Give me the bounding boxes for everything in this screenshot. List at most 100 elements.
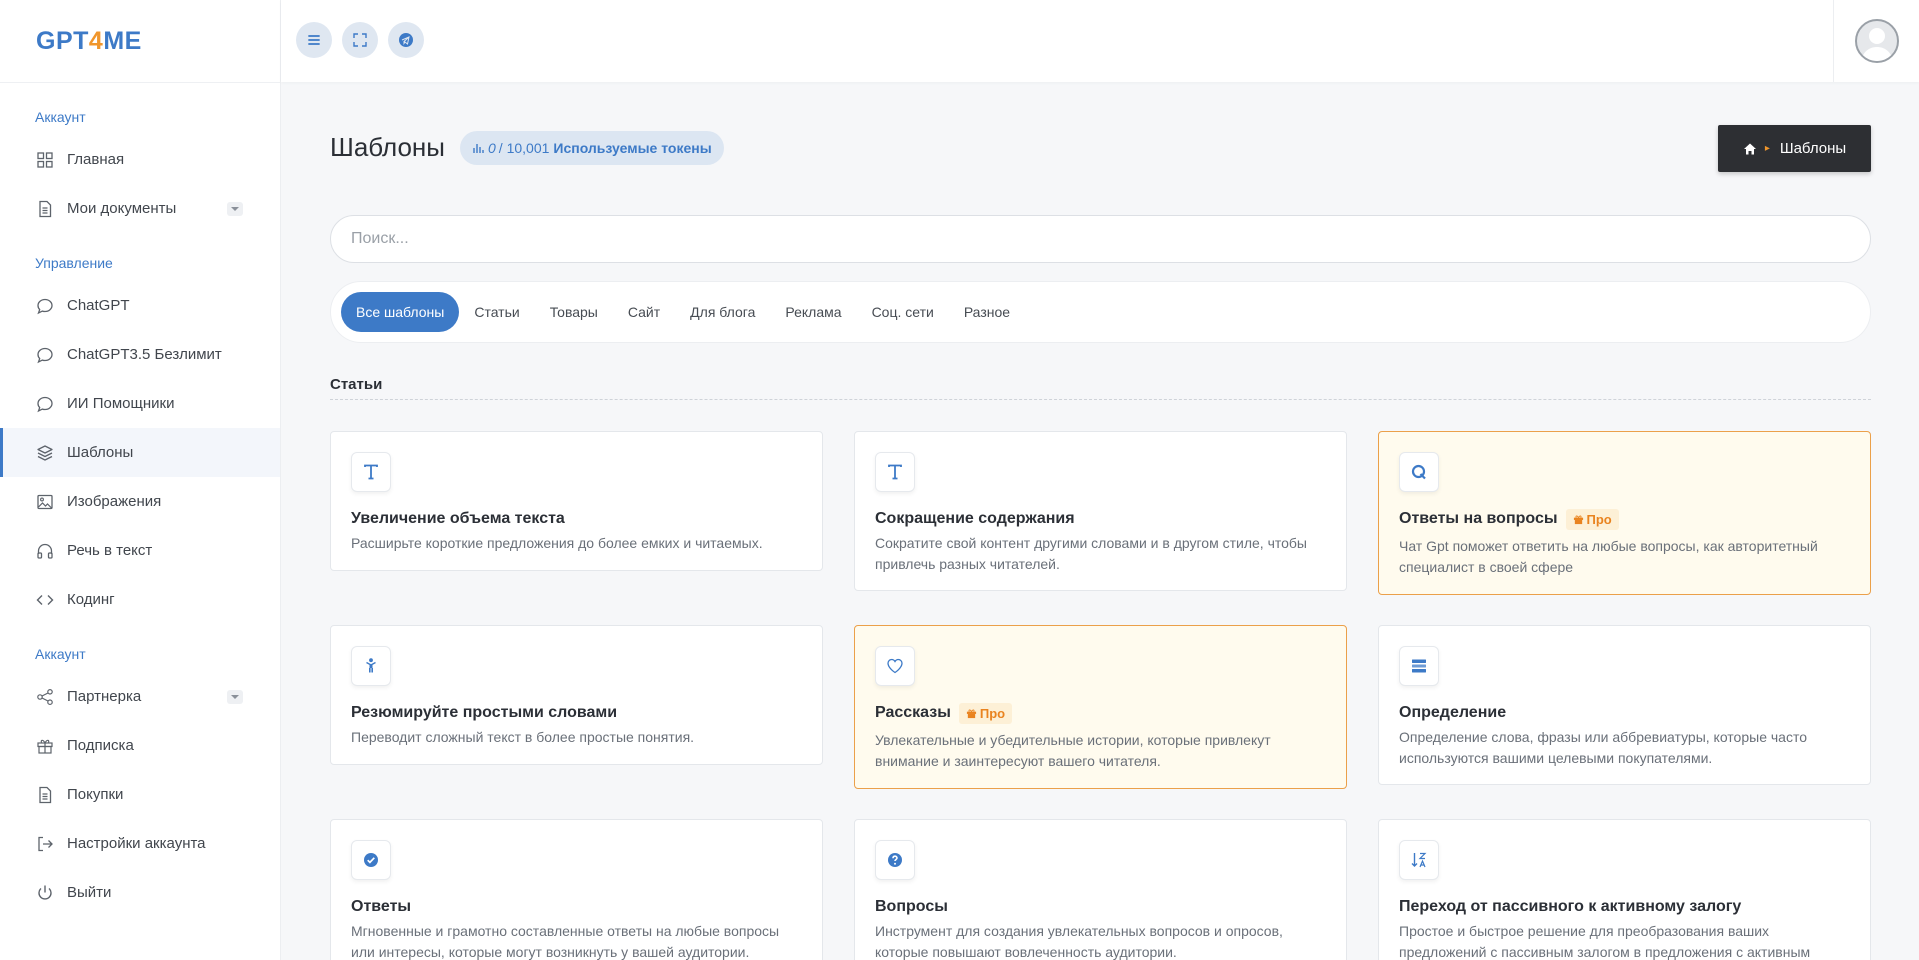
sidebar-item-5-g3[interactable]: Выйти	[0, 868, 280, 917]
card-title-text: Ответы	[351, 898, 412, 915]
card-title: Резюмируйте простыми словами	[351, 701, 802, 725]
power-icon	[35, 883, 55, 903]
card-title: Вопросы	[875, 895, 1326, 919]
gift-icon	[35, 736, 55, 756]
page-header: Шаблоны 0 / 10,001 Используемые токены ▸…	[330, 82, 1871, 190]
chevron-down-icon[interactable]	[227, 202, 243, 216]
template-card[interactable]: Вопросы Инструмент для создания увлекател…	[854, 819, 1347, 960]
sidebar-item-4-g2[interactable]: Шаблоны	[0, 428, 280, 477]
sidebar-item-2-g1[interactable]: Мои документы	[0, 184, 280, 233]
card-description: Простое и быстрое решение для преобразов…	[1399, 923, 1811, 960]
telegram-button[interactable]	[388, 22, 424, 58]
card-title-text: Вопросы	[875, 898, 948, 915]
gift-icon	[966, 708, 976, 718]
sidebar-item-label: ChatGPT3.5 Безлимит	[67, 346, 222, 363]
template-card[interactable]: Рассказы Про Увлекательные и убедительные …	[854, 625, 1347, 789]
tokens-label: Используемые токены	[553, 140, 712, 156]
chat-icon	[35, 345, 55, 365]
document-icon	[35, 199, 55, 219]
nav-group: Аккаунт Партнерка Подписка Покупки Настройки…	[0, 624, 280, 917]
sidebar-item-label: Кодинг	[67, 591, 115, 608]
tab-8[interactable]: Разное	[949, 292, 1025, 332]
template-card[interactable]: Ответы на вопросы Про Чат Gpt поможет отве…	[1378, 431, 1871, 595]
logo[interactable]: GPT4ME	[36, 27, 142, 56]
breadcrumb-current: Шаблоны	[1779, 140, 1847, 157]
category-tabs: Все шаблоны Статьи Товары Сайт Для блога Рекл…	[330, 281, 1871, 343]
document-icon	[35, 785, 55, 805]
tab-5[interactable]: Для блога	[675, 292, 770, 332]
template-card[interactable]: Определение Определение слова, фразы или …	[1378, 625, 1871, 785]
template-card[interactable]: Резюмируйте простыми словами Переводит сл…	[330, 625, 823, 765]
fullscreen-button[interactable]	[342, 22, 378, 58]
sidebar-item-7-g2[interactable]: Кодинг	[0, 575, 280, 624]
sidebar-item-1-g3[interactable]: Партнерка	[0, 672, 280, 721]
nav-group: Аккаунт Главная Мои документы	[0, 83, 280, 233]
fullscreen-icon	[353, 33, 367, 47]
text-icon	[875, 452, 915, 492]
sidebar-item-label: Подписка	[67, 737, 134, 754]
child-icon	[351, 646, 391, 686]
search-input[interactable]	[330, 215, 1871, 263]
chat-icon	[35, 394, 55, 414]
card-title-text: Сокращение содержания	[875, 510, 1075, 527]
breadcrumb-separator-icon: ▸	[1764, 143, 1770, 154]
chevron-down-icon[interactable]	[227, 690, 243, 704]
logo-part3: ME	[103, 26, 142, 55]
tab-7[interactable]: Соц. сети	[857, 292, 949, 332]
logo-area: GPT4ME	[0, 0, 280, 82]
tokens-used: 0	[488, 140, 496, 156]
sidebar-item-label: Покупки	[67, 786, 124, 803]
sidebar-item-1-g2[interactable]: ChatGPT	[0, 281, 280, 330]
tab-4[interactable]: Сайт	[613, 292, 675, 332]
card-description: Мгновенные и грамотно составленные ответ…	[351, 923, 780, 960]
menu-toggle-button[interactable]	[296, 22, 332, 58]
sidebar-item-label: ChatGPT	[67, 297, 130, 314]
telegram-icon	[399, 33, 413, 47]
sidebar-item-1-g1[interactable]: Главная	[0, 135, 280, 184]
sidebar-item-2-g2[interactable]: ChatGPT3.5 Безлимит	[0, 330, 280, 379]
pro-badge: Про	[1565, 508, 1619, 530]
card-title: Определение	[1399, 701, 1850, 725]
image-icon	[35, 492, 55, 512]
gift-icon	[1573, 514, 1583, 524]
sign-in-icon	[35, 834, 55, 854]
sidebar-item-6-g2[interactable]: Речь в текст	[0, 526, 280, 575]
avatar[interactable]	[1854, 19, 1899, 63]
logo-part1: GPT	[36, 26, 89, 55]
nav-group-title: Аккаунт	[35, 646, 86, 662]
layers-icon	[35, 443, 55, 463]
sidebar-item-2-g3[interactable]: Подписка	[0, 721, 280, 770]
card-description: Сократите свой контент другими словами и…	[875, 535, 1307, 572]
home-icon[interactable]	[1743, 142, 1757, 156]
card-title: Сокращение содержания	[875, 507, 1326, 531]
sidebar-item-5-g2[interactable]: Изображения	[0, 477, 280, 526]
tab-6[interactable]: Реклама	[770, 292, 856, 332]
card-title: Ответы	[351, 895, 802, 919]
sidebar-item-label: Выйти	[67, 884, 112, 901]
card-description: Переводит сложный текст в более простые …	[351, 729, 695, 745]
pro-badge-label: Про	[1586, 511, 1612, 527]
card-description: Увлекательные и убедительные истории, ко…	[875, 732, 1271, 769]
chat-icon	[35, 296, 55, 316]
tab-2[interactable]: Статьи	[459, 292, 534, 332]
tab-1[interactable]: Все шаблоны	[341, 292, 460, 332]
token-usage-badge: 0 / 10,001 Используемые токены	[460, 131, 724, 165]
user-avatar-icon	[1860, 28, 1893, 61]
template-card[interactable]: Увеличение объема текста Расширьте коротк…	[330, 431, 823, 571]
card-description: Определение слова, фразы или аббревиатур…	[1399, 729, 1807, 766]
sidebar-item-label: ИИ Помощники	[67, 395, 175, 412]
template-card[interactable]: Ответы Мгновенные и грамотно составленные…	[330, 819, 823, 960]
user-menu	[1833, 0, 1919, 82]
template-card[interactable]: Сокращение содержания Сократите свой конт…	[854, 431, 1347, 591]
sidebar-item-4-g3[interactable]: Настройки аккаунта	[0, 819, 280, 868]
text-icon	[351, 452, 391, 492]
tab-3[interactable]: Товары	[535, 292, 613, 332]
sidebar-item-3-g2[interactable]: ИИ Помощники	[0, 379, 280, 428]
card-description: Инструмент для создания увлекательных во…	[875, 923, 1283, 960]
main-content: Шаблоны 0 / 10,001 Используемые токены ▸…	[330, 82, 1871, 960]
sidebar-item-3-g3[interactable]: Покупки	[0, 770, 280, 819]
template-card[interactable]: Переход от пассивного к активному залогу…	[1378, 819, 1871, 960]
sidebar: GPT4ME Аккаунт Главная Мои документы Управл…	[0, 0, 281, 960]
card-title-text: Определение	[1399, 704, 1507, 721]
card-title-text: Рассказы	[875, 704, 951, 721]
